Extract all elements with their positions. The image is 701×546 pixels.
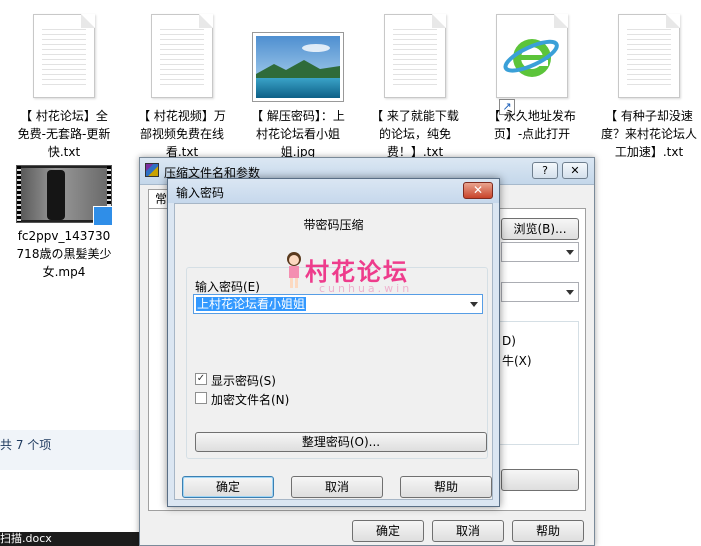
file-item[interactable]: 【 解压密码】：上村花论坛看小姐姐.jpg	[246, 9, 350, 159]
file-name: 【 村花视频】万部视频免费在线看.txt	[138, 109, 226, 159]
help-button[interactable]: 帮助	[512, 520, 584, 542]
close-button[interactable]: ✕	[463, 182, 493, 199]
encrypt-filenames-checkbox[interactable]	[195, 392, 207, 404]
title-bar[interactable]: 输入密码 ✕	[168, 179, 499, 203]
file-item[interactable]: 【 来了就能下载的论坛，纯免费！】.txt	[363, 9, 467, 159]
text-file-icon	[384, 14, 446, 98]
help-title-button[interactable]: ?	[532, 162, 558, 179]
ie-shortcut-icon: ↗	[496, 14, 568, 115]
chevron-down-icon[interactable]	[470, 302, 478, 307]
ok-button[interactable]: 确定	[352, 520, 424, 542]
video-badge-icon	[93, 206, 113, 226]
dialog-heading: 带密码压缩	[303, 218, 364, 232]
password-label: 输入密码(E)	[195, 280, 260, 294]
file-name: 【 永久地址发布页】-点此打开	[488, 109, 576, 141]
text-file-icon	[618, 14, 680, 98]
taskbar-item[interactable]: 扫描.docx	[0, 532, 140, 546]
cancel-button[interactable]: 取消	[432, 520, 504, 542]
file-item[interactable]: 【 有种子却没速度？来村花论坛人工加速】.txt	[597, 9, 701, 159]
option-label: 牛(X)	[502, 354, 532, 368]
item-count: 共 7 个项	[0, 438, 52, 452]
image-thumbnail-icon	[252, 32, 344, 102]
file-name: 【 村花论坛】全免费-无套路-更新快.txt	[17, 109, 111, 159]
file-name: 【 来了就能下载的论坛，纯免费！】.txt	[371, 109, 459, 159]
password-input[interactable]: 上村花论坛看小姐姐	[193, 294, 483, 314]
checkmark-icon: ✓	[196, 373, 206, 384]
password-value: 上村花论坛看小姐姐	[196, 297, 307, 311]
browse-button[interactable]: 浏览(B)...	[501, 218, 579, 240]
winrar-icon	[145, 163, 159, 177]
text-file-icon	[33, 14, 95, 98]
show-password-checkbox[interactable]: ✓	[195, 373, 207, 385]
set-password-button[interactable]	[501, 469, 579, 491]
encrypt-filenames-label[interactable]: 加密文件名(N)	[211, 391, 289, 408]
file-item[interactable]: ↗ 【 永久地址发布页】-点此打开	[480, 9, 584, 159]
file-name: fc2ppv_143730718歳の黒髪美少女.mp4	[16, 229, 112, 279]
file-item[interactable]: 【 村花视频】万部视频免费在线看.txt	[130, 9, 234, 159]
file-item[interactable]: 【 村花论坛】全免费-无套路-更新快.txt	[12, 9, 116, 159]
ok-button[interactable]: 确定	[182, 476, 274, 498]
dialog-title: 输入密码	[176, 186, 225, 200]
text-file-icon	[151, 14, 213, 98]
file-name: 【 有种子却没速度？来村花论坛人工加速】.txt	[600, 109, 697, 159]
archive-options-group: D) 牛(X)	[489, 321, 579, 445]
help-button[interactable]: 帮助	[400, 476, 492, 498]
password-group: 输入密码(E) 上村花论坛看小姐姐 ✓ 显示密码(S) 加密文件名(N) 整理密…	[186, 267, 488, 459]
organize-passwords-button[interactable]: 整理密码(O)...	[195, 432, 487, 452]
enter-password-dialog: 输入密码 ✕ 带密码压缩 输入密码(E) 上村花论坛看小姐姐 ✓ 显示密码(S)…	[167, 178, 500, 507]
file-item[interactable]: fc2ppv_143730718歳の黒髪美少女.mp4	[12, 160, 116, 280]
option-label: D)	[502, 334, 516, 348]
show-password-label[interactable]: 显示密码(S)	[211, 372, 276, 389]
cancel-button[interactable]: 取消	[291, 476, 383, 498]
close-title-button[interactable]: ✕	[562, 162, 588, 179]
file-name: 【 解压密码】：上村花论坛看小姐姐.jpg	[251, 109, 345, 159]
archive-name-dropdown[interactable]	[501, 242, 579, 262]
dialog-body: 带密码压缩 输入密码(E) 上村花论坛看小姐姐 ✓ 显示密码(S) 加密文件名(…	[174, 203, 493, 500]
update-mode-dropdown[interactable]	[501, 282, 579, 302]
video-thumbnail-icon	[16, 165, 113, 226]
